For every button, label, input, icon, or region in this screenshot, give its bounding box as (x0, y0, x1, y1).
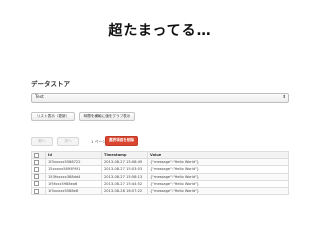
cell-id: 1f3xxxxx5588722 (45, 158, 102, 167)
table-row[interactable]: 1f5fxxx5988ea6 2013-08-27 15:44:52 {"mes… (31, 179, 289, 188)
row-checkbox[interactable] (31, 186, 46, 196)
table-header-row: Id Timestamp Value (31, 150, 289, 160)
header-id[interactable]: Id (45, 150, 102, 160)
cell-id: 15xxxxx5895F6f1 (45, 165, 102, 174)
row-checkbox[interactable] (31, 172, 46, 181)
cell-timestamp: 2013-08-27 15:44:52 (101, 179, 148, 188)
next-button[interactable]: 次へ (57, 137, 79, 146)
list-refresh-button[interactable]: リスト表示（更新） (31, 112, 75, 121)
row-checkbox[interactable] (31, 165, 46, 174)
kind-select-value: Test (35, 95, 44, 100)
cell-value: {"message":"Hello World"} (147, 158, 289, 167)
cell-id: 153fxxxxx388dd4 (45, 172, 102, 181)
header-timestamp[interactable]: Timestamp (101, 150, 148, 160)
select-all-header[interactable] (31, 150, 46, 160)
section-title: データストア (31, 80, 70, 88)
graph-button[interactable]: 時間を横軸に値をグラフ表示 (79, 112, 135, 121)
cell-value: {"message":"Hello World"} (147, 179, 289, 188)
prev-button[interactable]: 前へ (31, 137, 53, 146)
cell-id: 1f5fxxx5988ea6 (45, 179, 102, 188)
table-row[interactable]: 1f3xxxxx5588722 2013-08-27 15:08:49 {"me… (31, 158, 289, 167)
cell-timestamp: 2013-08-27 15:03:03 (101, 165, 148, 174)
data-table: Id Timestamp Value 1f3xxxxx5588722 2013-… (31, 150, 289, 196)
cell-value: {"message":"Hello World"} (147, 172, 289, 181)
chevron-down-icon: ⬍ (282, 95, 286, 100)
delete-selected-button[interactable]: 選択項目を削除 (105, 136, 138, 146)
table-row[interactable]: 153fxxxxx388dd4 2013-08-27 15:58:13 {"me… (31, 172, 289, 181)
cell-id: 1f3xxxxx5588e8 (45, 186, 102, 196)
checkbox-icon[interactable] (34, 188, 39, 194)
cell-value: {"message":"Hello World"} (147, 165, 289, 174)
kind-select[interactable]: Test ⬍ (31, 93, 289, 103)
checkbox-icon[interactable] (34, 152, 39, 158)
header-value[interactable]: Value (147, 150, 289, 160)
row-checkbox[interactable] (31, 179, 46, 188)
cell-timestamp: 2013-08-27 15:08:49 (101, 158, 148, 167)
table-row[interactable]: 1f3xxxxx5588e8 2013-08-28 16:07:22 {"mes… (31, 186, 289, 196)
checkbox-icon[interactable] (34, 174, 39, 180)
checkbox-icon[interactable] (34, 166, 39, 172)
checkbox-icon[interactable] (34, 159, 39, 165)
cell-timestamp: 2013-08-27 15:58:13 (101, 172, 148, 181)
cell-value: {"message":"Hello World"} (147, 186, 289, 196)
checkbox-icon[interactable] (34, 181, 39, 187)
row-checkbox[interactable] (31, 158, 46, 167)
table-row[interactable]: 15xxxxx5895F6f1 2013-08-27 15:03:03 {"me… (31, 165, 289, 174)
cell-timestamp: 2013-08-28 16:07:22 (101, 186, 148, 196)
slide-title: 超たまってる… (108, 23, 212, 39)
